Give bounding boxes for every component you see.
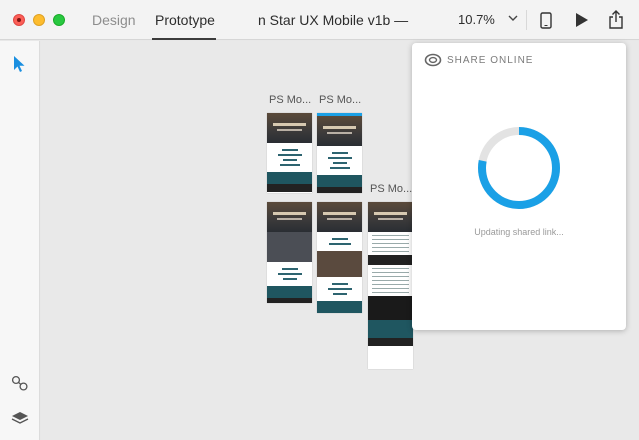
share-icon[interactable] (608, 10, 624, 30)
artboard-label[interactable]: PS Mo... (269, 94, 311, 106)
title-bar: Design Prototype n Star UX Mobile v1b — … (0, 0, 639, 40)
divider (526, 10, 527, 30)
link-icon[interactable] (11, 375, 29, 391)
artboard-label[interactable]: PS Mo... (370, 183, 412, 195)
creative-cloud-icon (424, 53, 442, 67)
close-window-button[interactable] (13, 14, 25, 26)
tab-design[interactable]: Design (92, 12, 136, 28)
status-message: Updating shared link... (474, 227, 564, 237)
panel-title: SHARE ONLINE (447, 55, 534, 66)
zoom-level[interactable]: 10.7% (458, 12, 495, 27)
artboard-thumbnail[interactable] (267, 113, 312, 193)
progress-spinner (478, 127, 560, 209)
active-tab-indicator (152, 38, 216, 40)
artboard-thumbnail[interactable] (267, 202, 312, 303)
minimize-window-button[interactable] (33, 14, 45, 26)
zoom-window-button[interactable] (53, 14, 65, 26)
device-preview-icon[interactable] (540, 12, 552, 29)
chevron-down-icon[interactable] (508, 14, 518, 22)
tab-prototype[interactable]: Prototype (155, 12, 215, 28)
artboard-thumbnail[interactable] (317, 113, 362, 193)
layers-icon[interactable] (11, 411, 29, 427)
artboard-canvas[interactable]: PS Mo... PS Mo... PS Mo... SHARE ONLINE … (41, 41, 639, 440)
play-icon[interactable] (575, 12, 589, 28)
share-online-panel: SHARE ONLINE Updating shared link... (412, 43, 626, 330)
tool-sidebar (0, 41, 40, 440)
artboard-label[interactable]: PS Mo... (319, 94, 361, 106)
document-title: n Star UX Mobile v1b — (258, 12, 409, 28)
artboard-thumbnail[interactable] (317, 202, 362, 313)
artboard-thumbnail[interactable] (368, 202, 413, 369)
arrow-pointer-icon[interactable] (12, 55, 26, 73)
